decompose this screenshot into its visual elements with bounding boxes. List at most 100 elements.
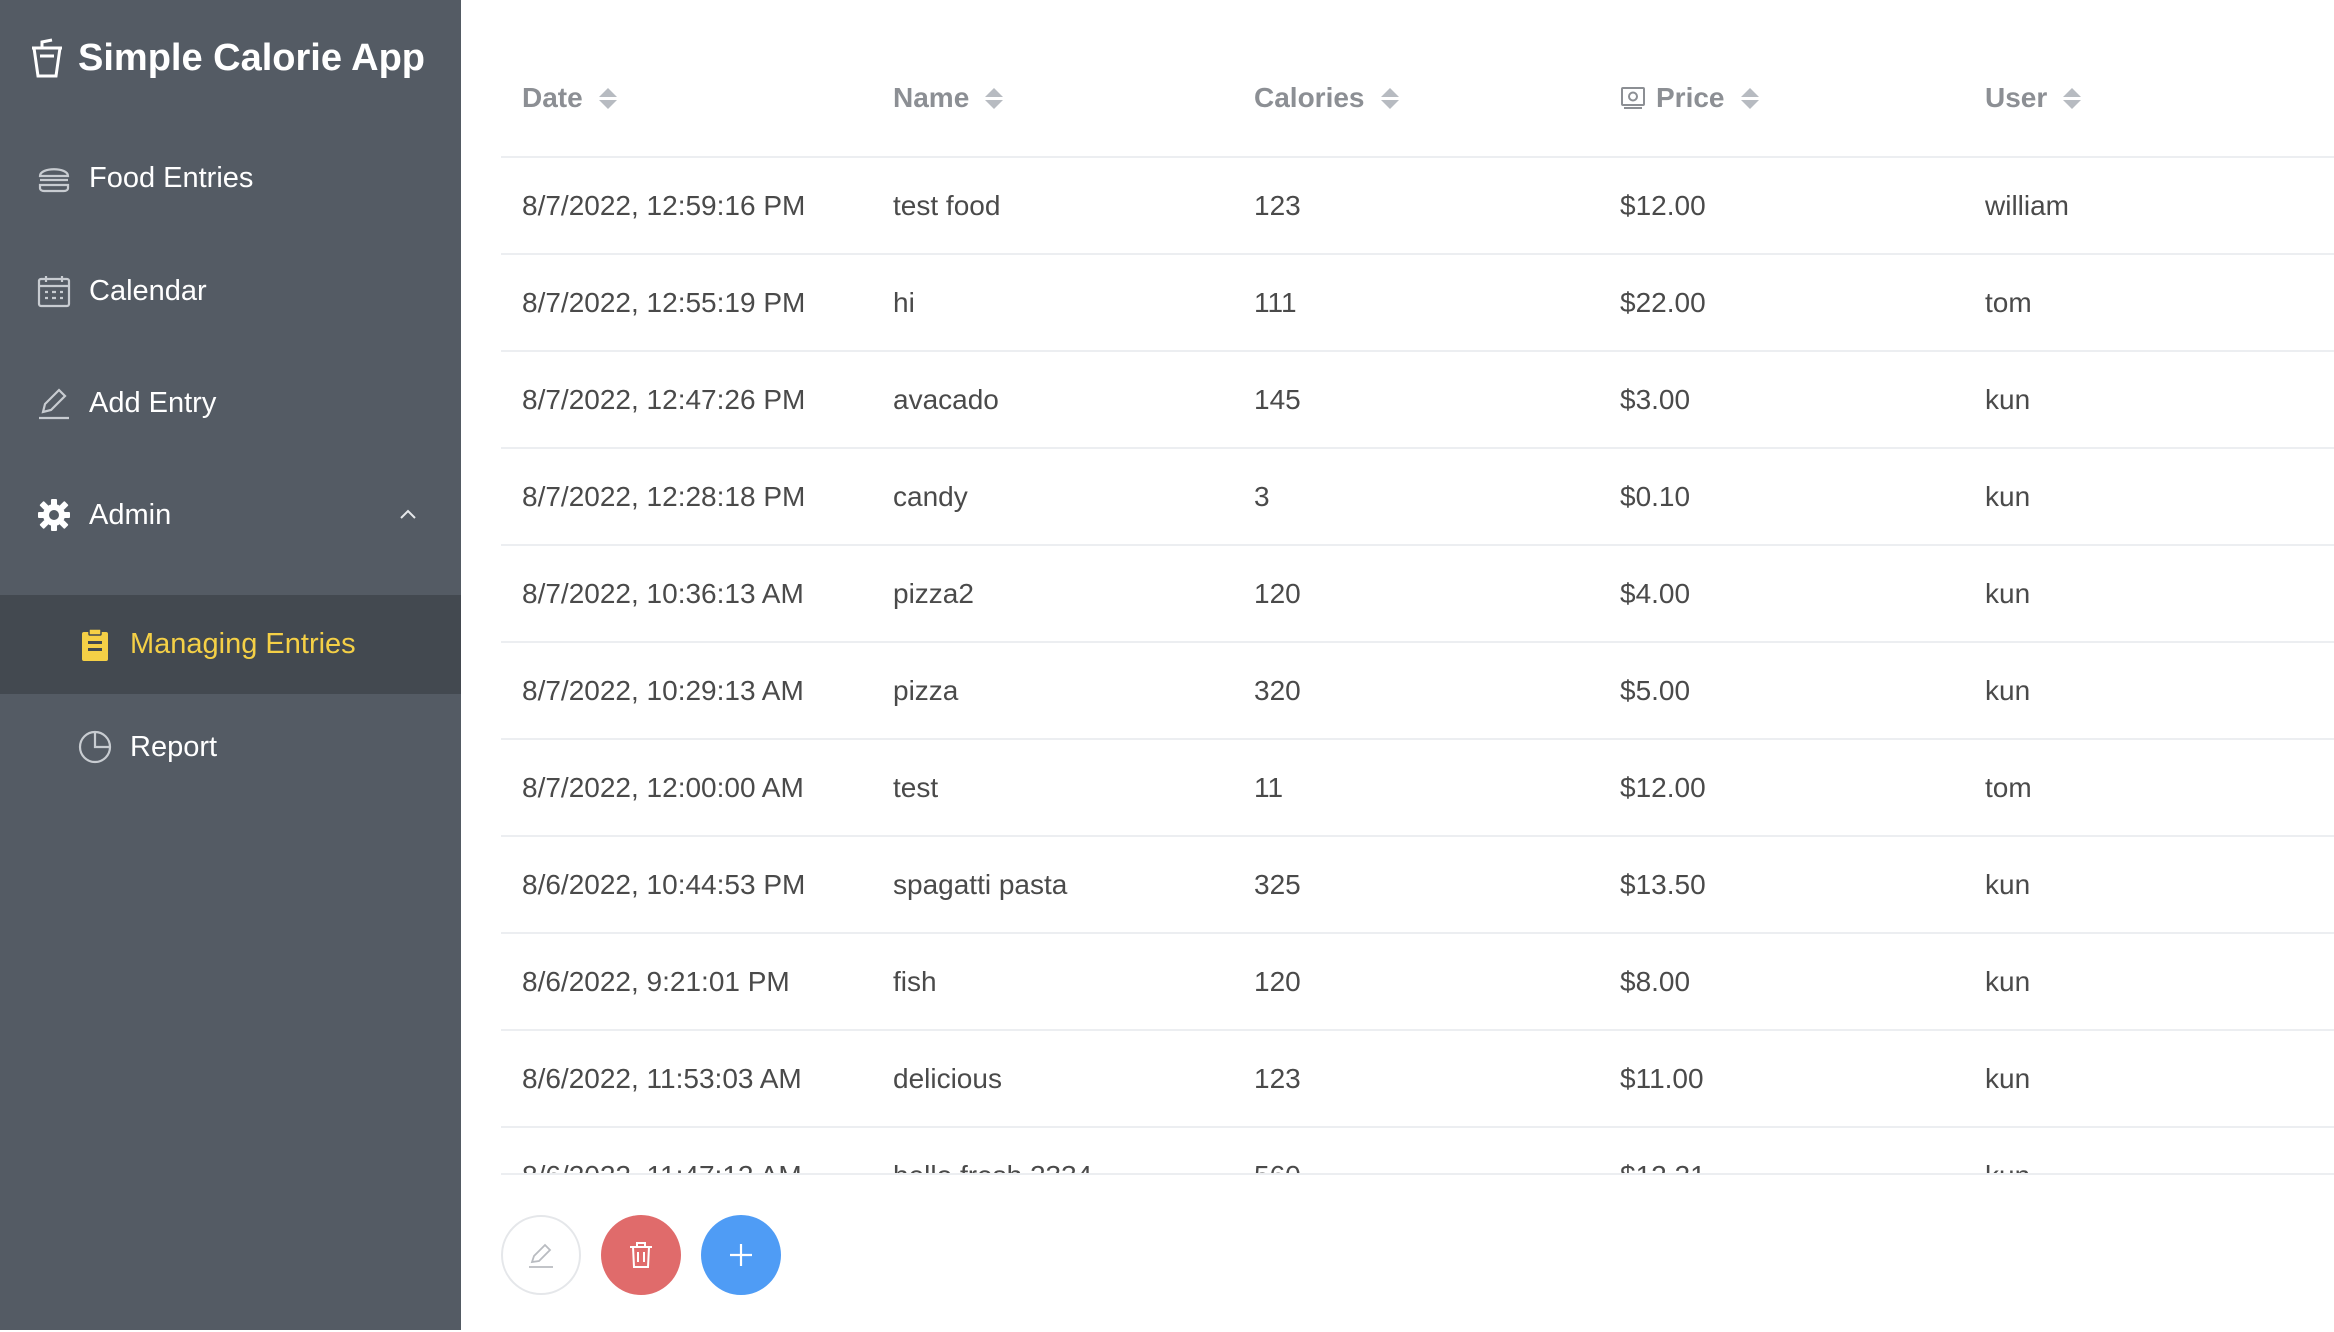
plus-icon [730, 1244, 752, 1266]
gear-icon [35, 496, 73, 534]
cell-price: $22.00 [1599, 254, 1964, 352]
cell-price: $0.10 [1599, 448, 1964, 546]
sidebar-item-label: Admin [89, 498, 172, 531]
sort-icon[interactable] [598, 87, 617, 109]
column-header-label: Date [522, 82, 583, 113]
cell-calories: 3 [1233, 448, 1599, 546]
cell-calories: 11 [1233, 739, 1599, 837]
trash-icon [630, 1242, 652, 1268]
delete-button[interactable] [601, 1215, 681, 1295]
table-row[interactable]: 8/7/2022, 12:47:26 PM avacado 145 $3.00 kun [501, 351, 2334, 449]
table-row[interactable]: 8/7/2022, 12:00:00 AM test 11 $12.00 tom [501, 739, 2334, 837]
cell-price: $5.00 [1599, 642, 1964, 740]
add-button[interactable] [701, 1215, 781, 1295]
sidebar-item-calendar[interactable]: Calendar [0, 251, 461, 331]
burger-icon [35, 159, 73, 197]
sidebar-item-label: Report [130, 730, 218, 763]
sidebar-item-label: Food Entries [89, 161, 254, 194]
column-header-date[interactable]: Date [501, 40, 872, 158]
table-row[interactable]: 8/6/2022, 11:53:03 AM delicious 123 $11.00 k… [501, 1030, 2334, 1128]
sidebar-item-add-entry[interactable]: Add Entry [0, 363, 461, 443]
cell-price: $11.00 [1599, 1030, 1964, 1128]
cell-user: tom [1964, 739, 2334, 837]
cell-user: kun [1964, 836, 2334, 934]
table-row[interactable]: 8/6/2022, 9:21:01 PM fish 120 $8.00 kun [501, 933, 2334, 1031]
cell-date: 8/6/2022, 11:53:03 AM [501, 1030, 872, 1128]
table-header-row: Date Name Calories Price User [501, 40, 2334, 158]
cell-calories: 123 [1233, 157, 1599, 255]
cell-user: kun [1964, 351, 2334, 449]
table-row[interactable]: 8/7/2022, 12:28:18 PM candy 3 $0.10 kun [501, 448, 2334, 546]
pie-chart-icon [76, 728, 114, 766]
edit-icon [35, 384, 73, 422]
column-header-name[interactable]: Name [872, 40, 1233, 158]
table-row[interactable]: 8/7/2022, 10:29:13 AM pizza 320 $5.00 kun [501, 642, 2334, 740]
sidebar: Simple Calorie App Food Entries Calendar [0, 0, 461, 1330]
cell-calories: 560 [1233, 1127, 1599, 1173]
table-row[interactable]: 8/6/2022, 10:44:53 PM spagatti pasta 325 $1… [501, 836, 2334, 934]
sidebar-item-admin[interactable]: Admin [0, 475, 461, 555]
column-header-label: Price [1656, 82, 1725, 113]
cell-calories: 145 [1233, 351, 1599, 449]
cell-user: kun [1964, 1127, 2334, 1173]
edit-button[interactable] [501, 1215, 581, 1295]
cell-date: 8/6/2022, 10:44:53 PM [501, 836, 872, 934]
sidebar-item-managing-entries[interactable]: Managing Entries [0, 595, 461, 694]
sort-icon[interactable] [1740, 87, 1759, 109]
column-header-label: Name [893, 82, 970, 113]
column-header-price[interactable]: Price [1599, 40, 1964, 158]
sidebar-item-report[interactable]: Report [0, 707, 461, 787]
column-header-user[interactable]: User [1964, 40, 2334, 158]
cell-date: 8/7/2022, 12:28:18 PM [501, 448, 872, 546]
cell-name: delicious [872, 1030, 1233, 1128]
cell-calories: 120 [1233, 933, 1599, 1031]
column-header-label: User [1985, 82, 2048, 113]
cell-date: 8/6/2022, 9:21:01 PM [501, 933, 872, 1031]
table-row[interactable]: 8/7/2022, 12:59:16 PM test food 123 $12.00 w… [501, 157, 2334, 255]
cell-date: 8/7/2022, 12:00:00 AM [501, 739, 872, 837]
cup-icon [32, 38, 62, 78]
cell-name: test [872, 739, 1233, 837]
money-icon [1621, 87, 1645, 109]
cell-calories: 111 [1233, 254, 1599, 352]
cell-name: hi [872, 254, 1233, 352]
table-body: 8/7/2022, 12:59:16 PM test food 123 $12.00 w… [501, 157, 2334, 1173]
edit-icon [529, 1243, 553, 1268]
entries-table: Date Name Calories Price User 8/7/2022, … [501, 40, 2334, 1173]
cell-name: hello fresh 2334 [872, 1127, 1233, 1173]
cell-price: $12.00 [1599, 157, 1964, 255]
cell-date: 8/7/2022, 10:29:13 AM [501, 642, 872, 740]
cell-price: $4.00 [1599, 545, 1964, 643]
cell-name: fish [872, 933, 1233, 1031]
action-toolbar [501, 1173, 2334, 1332]
table-row[interactable]: 8/7/2022, 12:55:19 PM hi 111 $22.00 tom [501, 254, 2334, 352]
cell-price: $12.00 [1599, 739, 1964, 837]
column-header-label: Calories [1254, 82, 1365, 113]
cell-name: candy [872, 448, 1233, 546]
sidebar-item-food-entries[interactable]: Food Entries [0, 138, 461, 218]
cell-name: avacado [872, 351, 1233, 449]
sort-icon[interactable] [1380, 87, 1399, 109]
column-header-calories[interactable]: Calories [1233, 40, 1599, 158]
cell-user: kun [1964, 642, 2334, 740]
cell-date: 8/7/2022, 10:36:13 AM [501, 545, 872, 643]
cell-user: kun [1964, 545, 2334, 643]
cell-name: pizza [872, 642, 1233, 740]
cell-date: 8/6/2022, 11:47:12 AM [501, 1127, 872, 1173]
entries-table-container[interactable]: Date Name Calories Price User 8/7/2022, … [501, 40, 2334, 1173]
main-content: Date Name Calories Price User 8/7/2022, … [461, 0, 2334, 1330]
cell-user: tom [1964, 254, 2334, 352]
cell-name: test food [872, 157, 1233, 255]
cell-calories: 120 [1233, 545, 1599, 643]
cell-calories: 320 [1233, 642, 1599, 740]
app-title-text: Simple Calorie App [78, 36, 425, 79]
cell-date: 8/7/2022, 12:47:26 PM [501, 351, 872, 449]
chevron-up-icon[interactable] [397, 503, 419, 525]
table-row[interactable]: 8/6/2022, 11:47:12 AMhello fresh 2334560… [501, 1127, 2334, 1173]
cell-calories: 325 [1233, 836, 1599, 934]
table-row[interactable]: 8/7/2022, 10:36:13 AM pizza2 120 $4.00 kun [501, 545, 2334, 643]
sort-icon[interactable] [2063, 87, 2082, 109]
cell-user: william [1964, 157, 2334, 255]
sort-icon[interactable] [985, 87, 1004, 109]
cell-user: kun [1964, 448, 2334, 546]
